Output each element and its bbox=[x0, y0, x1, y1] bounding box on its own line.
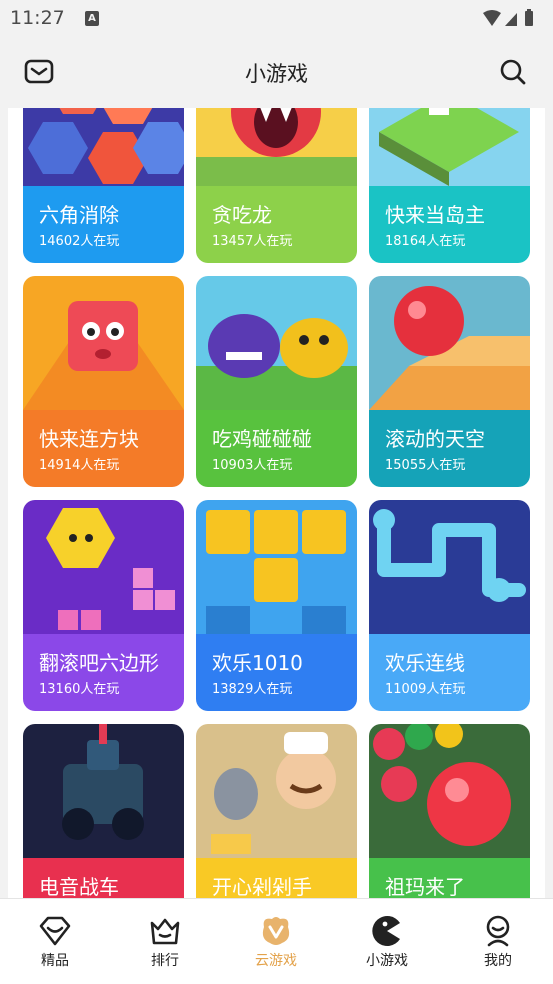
game-name: 欢乐连线 bbox=[385, 651, 465, 675]
game-card[interactable]: 贪吃龙 13457人在玩 bbox=[196, 108, 357, 263]
game-name: 电音战车 bbox=[39, 875, 119, 898]
status-time: 11:27 bbox=[10, 7, 65, 29]
game-player-count: 13829人在玩 bbox=[212, 682, 293, 697]
game-info: 翻滚吧六边形 13160人在玩 bbox=[23, 634, 184, 711]
game-card[interactable]: 快来连方块 14914人在玩 bbox=[23, 276, 184, 487]
tab-label: 我的 bbox=[484, 953, 512, 969]
game-player-count: 14602人在玩 bbox=[39, 234, 120, 249]
tab-label: 小游戏 bbox=[366, 953, 408, 969]
game-info: 快来连方块 14914人在玩 bbox=[23, 410, 184, 487]
game-card[interactable]: 吃鸡碰碰碰 10903人在玩 bbox=[196, 276, 357, 487]
game-thumbnail bbox=[369, 108, 530, 186]
game-thumbnail bbox=[369, 276, 530, 410]
tab-mini-games[interactable]: 小游戏 bbox=[332, 899, 442, 984]
game-info: 快来当岛主 18164人在玩 bbox=[369, 186, 530, 263]
game-info: 开心剁剁手 bbox=[196, 858, 357, 898]
crown-icon bbox=[150, 918, 180, 945]
game-card[interactable]: 快来当岛主 18164人在玩 bbox=[369, 108, 530, 263]
tab-label: 精品 bbox=[41, 953, 69, 969]
game-card[interactable]: 欢乐1010 13829人在玩 bbox=[196, 500, 357, 711]
game-name: 贪吃龙 bbox=[212, 203, 272, 227]
game-name: 开心剁剁手 bbox=[212, 875, 312, 898]
game-thumbnail bbox=[196, 108, 357, 186]
game-thumbnail bbox=[23, 500, 184, 634]
game-player-count: 13457人在玩 bbox=[212, 234, 293, 249]
game-name: 六角消除 bbox=[39, 203, 119, 227]
tab-cloud-game[interactable]: 云游戏 bbox=[221, 899, 331, 984]
game-player-count: 15055人在玩 bbox=[385, 458, 466, 473]
game-thumbnail bbox=[23, 276, 184, 410]
game-name: 欢乐1010 bbox=[212, 651, 303, 675]
game-card[interactable]: 滚动的天空 15055人在玩 bbox=[369, 276, 530, 487]
game-player-count: 14914人在玩 bbox=[39, 458, 120, 473]
game-thumbnail bbox=[369, 724, 530, 858]
notification-icon: A bbox=[85, 11, 99, 26]
signal-battery-icon bbox=[483, 9, 533, 26]
game-thumbnail bbox=[23, 108, 184, 186]
game-info: 六角消除 14602人在玩 bbox=[23, 186, 184, 263]
game-name: 吃鸡碰碰碰 bbox=[212, 427, 312, 451]
game-player-count: 11009人在玩 bbox=[385, 682, 466, 697]
page-title: 小游戏 bbox=[245, 62, 308, 86]
game-card[interactable]: 祖玛来了 bbox=[369, 724, 530, 898]
diamond-icon bbox=[39, 916, 71, 946]
game-name: 滚动的天空 bbox=[385, 427, 485, 451]
game-player-count: 18164人在玩 bbox=[385, 234, 466, 249]
game-name: 祖玛来了 bbox=[385, 875, 465, 898]
search-icon[interactable] bbox=[499, 58, 527, 86]
cloud-game-icon bbox=[262, 917, 290, 945]
game-card[interactable]: 开心剁剁手 bbox=[196, 724, 357, 898]
game-card[interactable]: 六角消除 14602人在玩 bbox=[23, 108, 184, 263]
game-info: 欢乐1010 13829人在玩 bbox=[196, 634, 357, 711]
game-info: 滚动的天空 15055人在玩 bbox=[369, 410, 530, 487]
game-info: 欢乐连线 11009人在玩 bbox=[369, 634, 530, 711]
game-list[interactable]: 六角消除 14602人在玩 贪吃龙 13457人在玩 快来当岛主 18164人在玩快来连方… bbox=[8, 108, 545, 898]
game-info: 祖玛来了 bbox=[369, 858, 530, 898]
tab-label: 云游戏 bbox=[255, 953, 297, 969]
game-name: 快来连方块 bbox=[39, 427, 139, 451]
game-player-count: 13160人在玩 bbox=[39, 682, 120, 697]
profile-icon bbox=[486, 915, 510, 947]
tab-featured[interactable]: 精品 bbox=[0, 899, 110, 984]
game-name: 翻滚吧六边形 bbox=[39, 651, 159, 675]
game-card[interactable]: 欢乐连线 11009人在玩 bbox=[369, 500, 530, 711]
tab-label: 排行 bbox=[151, 953, 179, 969]
game-card[interactable]: 翻滚吧六边形 13160人在玩 bbox=[23, 500, 184, 711]
bottom-tab-bar: 精品 排行 云游戏 小游戏 我的 bbox=[0, 898, 553, 984]
game-card[interactable]: 电音战车 bbox=[23, 724, 184, 898]
game-thumbnail bbox=[196, 500, 357, 634]
status-bar: 11:27 A bbox=[0, 0, 553, 38]
pacman-icon bbox=[372, 916, 400, 946]
game-info: 吃鸡碰碰碰 10903人在玩 bbox=[196, 410, 357, 487]
game-name: 快来当岛主 bbox=[385, 203, 485, 227]
game-thumbnail bbox=[196, 276, 357, 410]
tab-ranking[interactable]: 排行 bbox=[110, 899, 220, 984]
game-info: 贪吃龙 13457人在玩 bbox=[196, 186, 357, 263]
app-header: 小游戏 bbox=[0, 38, 553, 108]
game-thumbnail bbox=[23, 724, 184, 858]
tab-me[interactable]: 我的 bbox=[443, 899, 553, 984]
game-info: 电音战车 bbox=[23, 858, 184, 898]
game-thumbnail bbox=[196, 724, 357, 858]
game-player-count: 10903人在玩 bbox=[212, 458, 293, 473]
game-thumbnail bbox=[369, 500, 530, 634]
